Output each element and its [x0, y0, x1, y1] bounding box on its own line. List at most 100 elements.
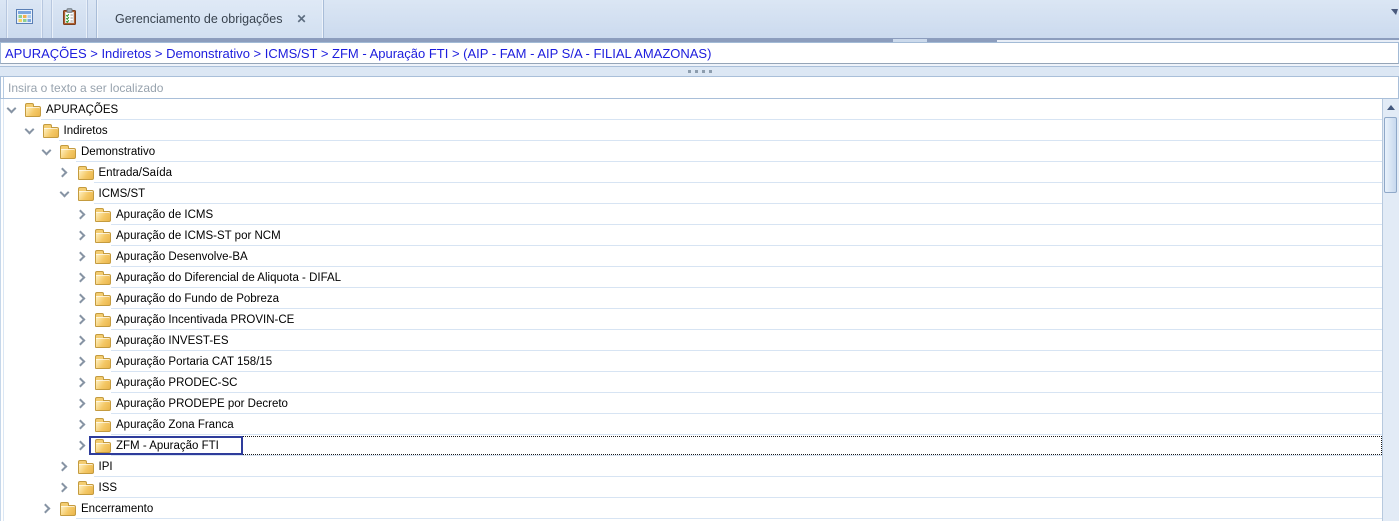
- tree-item[interactable]: Apuração Portaria CAT 158/15: [1, 351, 1382, 372]
- tree-item-box[interactable]: Entrada/Saída: [72, 163, 179, 182]
- chevron-right-icon[interactable]: [58, 460, 71, 473]
- tree-item[interactable]: APURAÇÕES: [1, 99, 1382, 120]
- tree-item-label: Apuração Desenvolve-BA: [116, 250, 248, 263]
- tree-item-box[interactable]: IPI: [72, 457, 119, 476]
- tree-item-box-selected[interactable]: ZFM - Apuração FTI: [89, 436, 243, 455]
- chevron-right-icon[interactable]: [58, 481, 71, 494]
- folder-icon: [95, 207, 111, 222]
- tree-item-label: Apuração Portaria CAT 158/15: [116, 355, 273, 368]
- tab-bar-edge: [0, 38, 1399, 42]
- tree-item[interactable]: ZFM - Apuração FTI: [1, 435, 1382, 456]
- folder-icon: [77, 186, 94, 201]
- breadcrumb-path[interactable]: APURAÇÕES > Indiretos > Demonstrativo > …: [5, 46, 711, 61]
- tab-task-list[interactable]: [51, 0, 88, 38]
- search-input[interactable]: [1, 77, 1398, 98]
- tree-item-box[interactable]: Apuração PRODEC-SC: [89, 373, 243, 392]
- tree-item-label: Apuração INVEST-ES: [116, 334, 229, 347]
- tree-item[interactable]: Demonstrativo: [1, 141, 1382, 162]
- tree-item[interactable]: Apuração Zona Franca: [1, 414, 1382, 435]
- tree-item[interactable]: ISS: [1, 477, 1382, 498]
- tree-item-box[interactable]: Apuração Portaria CAT 158/15: [89, 352, 278, 371]
- chevron-right-icon[interactable]: [75, 418, 88, 431]
- chevron-right-icon[interactable]: [75, 439, 88, 452]
- tree-item[interactable]: Apuração de ICMS: [1, 204, 1382, 225]
- splitter-dot: [687, 69, 691, 73]
- chevron-right-icon[interactable]: [75, 271, 88, 284]
- tab-gerenciamento-de-obrigacoes[interactable]: Gerenciamento de obrigações ✕: [96, 0, 324, 38]
- tree-item-label: IPI: [98, 460, 113, 473]
- tree-item-box[interactable]: ISS: [72, 478, 124, 497]
- tree-item-box[interactable]: Encerramento: [54, 499, 159, 518]
- tab-overflow-arrow-icon[interactable]: [1391, 9, 1398, 15]
- vertical-scrollbar[interactable]: [1382, 99, 1399, 521]
- tree-item[interactable]: ICMS/ST: [1, 183, 1382, 204]
- tree-item-label: APURAÇÕES: [46, 103, 119, 116]
- tree-item-box[interactable]: Apuração INVEST-ES: [89, 331, 235, 350]
- tree-item[interactable]: Apuração PRODEPE por Decreto: [1, 393, 1382, 414]
- chevron-right-icon[interactable]: [75, 292, 88, 305]
- tree-item[interactable]: Encerramento: [1, 498, 1382, 519]
- chevron-down-icon[interactable]: [58, 187, 71, 200]
- tree-item-label: Entrada/Saída: [98, 166, 173, 179]
- tree-item-box[interactable]: Apuração de ICMS: [89, 205, 219, 224]
- folder-icon: [60, 144, 76, 159]
- tree-item-box[interactable]: Apuração Zona Franca: [89, 415, 240, 434]
- grid-icon: [16, 8, 33, 30]
- folder-icon: [95, 333, 111, 348]
- app-window: Gerenciamento de obrigações ✕ APURAÇÕES …: [0, 0, 1399, 521]
- tree-item-label: Apuração de ICMS-ST por NCM: [116, 229, 281, 242]
- folder-icon: [95, 270, 111, 285]
- tree-item-box[interactable]: Apuração Incentivada PROVIN-CE: [89, 310, 300, 329]
- chevron-right-icon[interactable]: [75, 376, 88, 389]
- folder-icon: [95, 375, 111, 390]
- tree-item-label: Apuração PRODEC-SC: [116, 376, 238, 389]
- tree-item-box[interactable]: Apuração do Fundo de Pobreza: [89, 289, 285, 308]
- tree-item[interactable]: Apuração INVEST-ES: [1, 330, 1382, 351]
- tree-item[interactable]: Apuração Incentivada PROVIN-CE: [1, 309, 1382, 330]
- folder-icon: [60, 501, 76, 516]
- tree-item[interactable]: Indiretos: [1, 120, 1382, 141]
- tree-item-box[interactable]: Apuração PRODEPE por Decreto: [89, 394, 294, 413]
- tree-item-box[interactable]: Apuração Desenvolve-BA: [89, 247, 254, 266]
- tree-item[interactable]: Apuração Desenvolve-BA: [1, 246, 1382, 267]
- splitter-dot: [694, 69, 698, 73]
- folder-icon: [95, 312, 111, 327]
- tree-item-box[interactable]: Indiretos: [37, 121, 114, 140]
- chevron-right-icon[interactable]: [75, 397, 88, 410]
- tree-item-box[interactable]: ICMS/ST: [72, 184, 152, 203]
- folder-icon: [95, 354, 111, 369]
- chevron-right-icon[interactable]: [58, 166, 71, 179]
- tab-grid-view[interactable]: [6, 0, 43, 38]
- folder-icon: [42, 123, 59, 138]
- search-bar: [0, 77, 1399, 99]
- scrollbar-thumb[interactable]: [1384, 117, 1397, 193]
- tree-item-box[interactable]: Apuração do Diferencial de Aliquota - DI…: [89, 268, 347, 287]
- tree-item-box[interactable]: Demonstrativo: [54, 142, 161, 161]
- chevron-right-icon[interactable]: [40, 502, 53, 515]
- close-icon[interactable]: ✕: [296, 13, 306, 25]
- tree-item[interactable]: Apuração PRODEC-SC: [1, 372, 1382, 393]
- chevron-right-icon[interactable]: [75, 208, 88, 221]
- tree-item[interactable]: Apuração do Diferencial de Aliquota - DI…: [1, 267, 1382, 288]
- tree-item[interactable]: Apuração de ICMS-ST por NCM: [1, 225, 1382, 246]
- chevron-right-icon[interactable]: [75, 334, 88, 347]
- splitter-dot: [701, 69, 705, 73]
- scroll-up-arrow-icon[interactable]: [1383, 99, 1399, 116]
- chevron-down-icon[interactable]: [23, 124, 36, 137]
- tree-item-box[interactable]: APURAÇÕES: [19, 100, 124, 119]
- chevron-right-icon[interactable]: [75, 313, 88, 326]
- chevron-down-icon[interactable]: [5, 103, 18, 116]
- tree-item-box[interactable]: Apuração de ICMS-ST por NCM: [89, 226, 287, 245]
- splitter-dot: [708, 69, 712, 73]
- chevron-right-icon[interactable]: [75, 250, 88, 263]
- tree-item-label: ICMS/ST: [98, 187, 146, 200]
- chevron-down-icon[interactable]: [40, 145, 53, 158]
- tree-item[interactable]: Apuração do Fundo de Pobreza: [1, 288, 1382, 309]
- chevron-right-icon[interactable]: [75, 355, 88, 368]
- horizontal-splitter[interactable]: [0, 64, 1399, 77]
- tree-item[interactable]: IPI: [1, 456, 1382, 477]
- tab-bar: Gerenciamento de obrigações ✕: [0, 0, 1399, 38]
- folder-icon: [77, 459, 94, 474]
- tree-item[interactable]: Entrada/Saída: [1, 162, 1382, 183]
- chevron-right-icon[interactable]: [75, 229, 88, 242]
